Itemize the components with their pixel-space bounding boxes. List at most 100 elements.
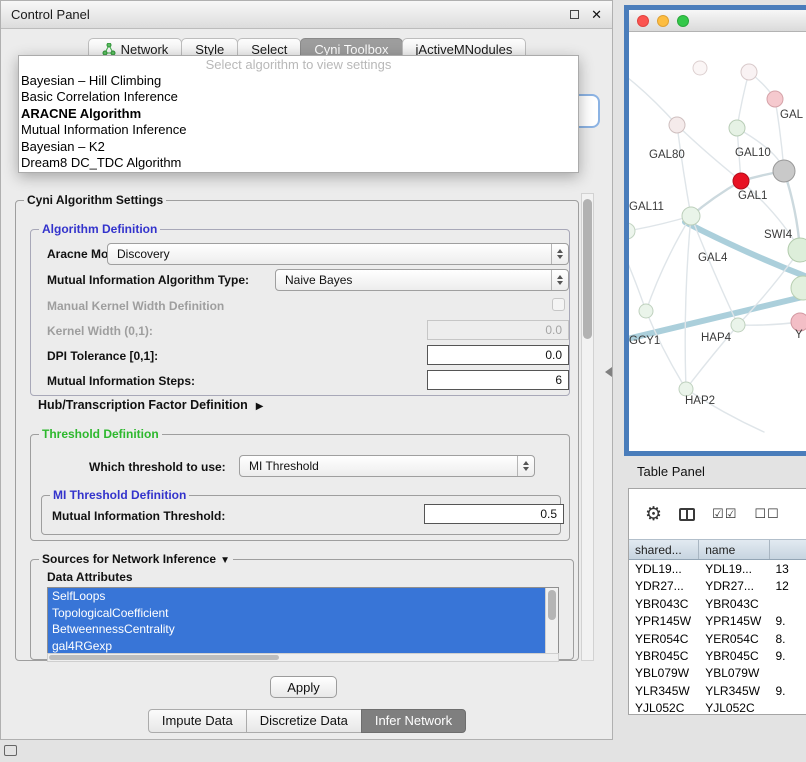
network-node[interactable]: [773, 160, 795, 182]
network-node[interactable]: [693, 61, 707, 75]
mi-algorithm-type-select[interactable]: Naive Bayes: [275, 269, 569, 291]
column-header-name[interactable]: name: [699, 540, 769, 559]
network-node[interactable]: [733, 173, 749, 189]
table-row[interactable]: YPR145WYPR145W9.: [629, 612, 806, 629]
mi-threshold-input[interactable]: 0.5: [424, 504, 564, 524]
aracne-mode-select[interactable]: Discovery: [107, 243, 569, 265]
network-node[interactable]: [767, 91, 783, 107]
scrollbar-thumb[interactable]: [49, 655, 279, 660]
network-edge[interactable]: [737, 72, 749, 128]
which-threshold-value: MI Threshold: [240, 459, 517, 473]
network-node[interactable]: [682, 207, 700, 225]
network-node[interactable]: [788, 238, 806, 262]
column-header-col3[interactable]: [770, 540, 806, 559]
table-cell: YJL052C: [699, 699, 769, 715]
network-node[interactable]: [741, 64, 757, 80]
table-cell: YBR043C: [629, 595, 699, 612]
which-threshold-select[interactable]: MI Threshold: [239, 455, 535, 477]
data-attributes-list[interactable]: SelfLoopsTopologicalCoefficientBetweenne…: [47, 587, 559, 654]
minimize-traffic-light[interactable]: [657, 15, 669, 27]
table-row[interactable]: YDL19...YDL19...13: [629, 560, 806, 577]
dropdown-item-list: Bayesian – Hill ClimbingBasic Correlatio…: [19, 73, 578, 171]
table-row[interactable]: YBR045CYBR045C9.: [629, 647, 806, 664]
close-traffic-light[interactable]: [637, 15, 649, 27]
select-all-checkboxes-icon[interactable]: ☑☑: [712, 506, 737, 522]
bottom-tab-infer-network[interactable]: Infer Network: [361, 709, 466, 733]
deselect-all-checkboxes-icon[interactable]: ☐☐: [754, 506, 779, 522]
cyni-settings-group-title: Cyni Algorithm Settings: [24, 193, 166, 207]
network-edge[interactable]: [646, 311, 686, 389]
close-icon[interactable]: ✕: [591, 7, 602, 23]
attribute-item-betweennesscentrality[interactable]: BetweennessCentrality: [48, 621, 558, 638]
dropdown-item-mutual-information-inference[interactable]: Mutual Information Inference: [19, 122, 578, 138]
network-edge[interactable]: [646, 216, 691, 311]
network-edge[interactable]: [629, 252, 646, 311]
table-row[interactable]: YER054CYER054C8.: [629, 630, 806, 647]
node-label-gcy1: GCY1: [629, 335, 660, 347]
gear-icon[interactable]: ⚙: [645, 503, 662, 526]
hub-section-toggle[interactable]: Hub/Transcription Factor Definition▶: [38, 398, 263, 412]
network-edge[interactable]: [691, 216, 738, 325]
scrollbar-thumb[interactable]: [583, 199, 592, 339]
scrollbar-thumb[interactable]: [548, 590, 556, 620]
list-vertical-scrollbar[interactable]: [545, 588, 558, 653]
node-label-gal1: GAL1: [738, 190, 767, 202]
float-window-icon[interactable]: [570, 10, 579, 19]
node-label-gal10: GAL10: [735, 147, 771, 159]
table-toolbar: ⚙ ☑☑ ☐☐: [629, 489, 806, 539]
attribute-item-topologicalcoefficient[interactable]: TopologicalCoefficient: [48, 605, 558, 622]
table-row[interactable]: YBL079WYBL079W: [629, 664, 806, 681]
window-title: Control Panel: [11, 7, 90, 22]
network-node[interactable]: [731, 318, 745, 332]
table-cell: YDL19...: [629, 560, 699, 577]
settings-vertical-scrollbar[interactable]: [581, 193, 594, 661]
network-node[interactable]: [629, 223, 635, 239]
bottom-tab-discretize-data[interactable]: Discretize Data: [246, 709, 362, 733]
dpi-tolerance-input[interactable]: 0.0: [427, 345, 569, 365]
kernel-width-input[interactable]: 0.0: [427, 320, 569, 340]
dropdown-item-aracne-algorithm[interactable]: ARACNE Algorithm: [19, 106, 578, 122]
panel-splitter-arrow-icon[interactable]: [605, 367, 612, 377]
dropdown-item-bayesian-k2[interactable]: Bayesian – K2: [19, 139, 578, 155]
table-panel-title: Table Panel: [637, 464, 705, 479]
table-row[interactable]: YBR043CYBR043C: [629, 595, 806, 612]
table-cell: YPR145W: [629, 612, 699, 629]
apply-button[interactable]: Apply: [270, 676, 337, 698]
expand-arrow-icon: ▼: [220, 555, 230, 566]
column-header-shared[interactable]: shared...: [629, 540, 699, 559]
dropdown-item-dream8-dc-tdc-algorithm[interactable]: Dream8 DC_TDC Algorithm: [19, 155, 578, 171]
attribute-item-selfloops[interactable]: SelfLoops: [48, 588, 558, 605]
zoom-traffic-light[interactable]: [677, 15, 689, 27]
columns-icon[interactable]: [679, 508, 695, 521]
sources-group: Sources for Network Inference▼ Data Attr…: [30, 559, 574, 660]
node-label-gal11: GAL11: [629, 201, 664, 213]
table-row[interactable]: YLR345WYLR345W9.: [629, 682, 806, 699]
network-node[interactable]: [639, 304, 653, 318]
sources-group-title[interactable]: Sources for Network Inference▼: [39, 552, 233, 568]
table-cell: 9.: [770, 612, 806, 629]
dropdown-item-basic-correlation-inference[interactable]: Basic Correlation Inference: [19, 89, 578, 105]
network-edge[interactable]: [629, 74, 677, 125]
manual-kernel-width-checkbox[interactable]: [552, 298, 565, 311]
table-cell: YLR345W: [699, 682, 769, 699]
list-horizontal-scrollbar[interactable]: [47, 653, 559, 662]
network-edge[interactable]: [677, 125, 691, 216]
network-edge[interactable]: [685, 216, 691, 389]
table-cell: YJL052C: [629, 699, 699, 715]
dropdown-item-bayesian-hill-climbing[interactable]: Bayesian – Hill Climbing: [19, 73, 578, 89]
network-node[interactable]: [729, 120, 745, 136]
mi-steps-input[interactable]: 6: [427, 370, 569, 390]
network-canvas[interactable]: GALGAL80GAL10GAL11GAL1SWI4GAL4GCY1HAP4YH…: [629, 32, 806, 451]
network-edge[interactable]: [629, 216, 691, 231]
panel-dock-icon[interactable]: [4, 745, 17, 756]
table-cell: YBL079W: [699, 664, 769, 681]
mi-threshold-label: Mutual Information Threshold:: [52, 509, 225, 523]
table-row[interactable]: YJL052CYJL052C: [629, 699, 806, 715]
table-panel-window: ⚙ ☑☑ ☐☐ shared...name YDL19...YDL19...13…: [628, 488, 806, 715]
network-node[interactable]: [669, 117, 685, 133]
bottom-tab-impute-data[interactable]: Impute Data: [148, 709, 247, 733]
table-row[interactable]: YDR27...YDR27...12: [629, 577, 806, 594]
attribute-item-gal4rgexp[interactable]: gal4RGexp: [48, 638, 558, 655]
table-cell: 13: [770, 560, 806, 577]
network-node[interactable]: [679, 382, 693, 396]
